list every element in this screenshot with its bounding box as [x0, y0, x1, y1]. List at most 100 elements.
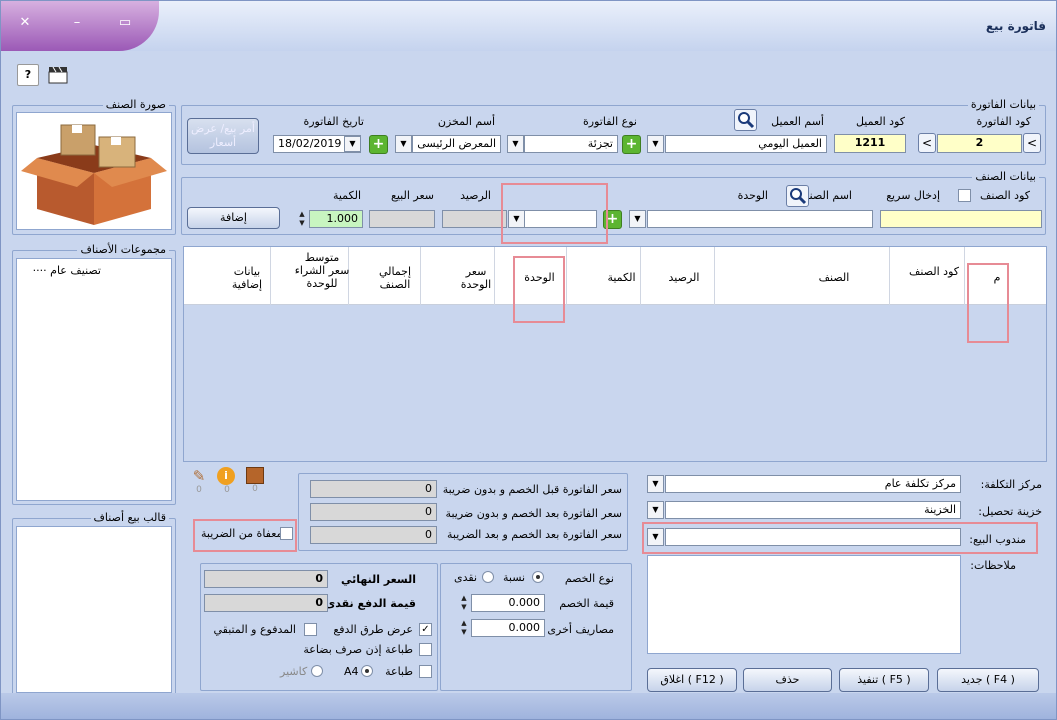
add-item-button[interactable]: إضافة [187, 207, 280, 229]
sales-order-quote-button[interactable]: أمر بيع/ عرض أسعار [187, 118, 259, 154]
col-unit[interactable]: الوحدة [512, 271, 567, 284]
minimize-icon[interactable]: – [67, 15, 87, 31]
category-item-label: تصنيف عام [50, 264, 101, 277]
delete-button[interactable]: حذف [743, 668, 832, 692]
discount-cash-label: نقدى [454, 571, 478, 584]
items-grid[interactable]: م كود الصنف الصنف الرصيد الكمية الوحدة س… [183, 246, 1047, 462]
print-checkbox[interactable] [419, 665, 432, 678]
item-code-field[interactable] [880, 210, 1042, 228]
customer-code-field[interactable]: 1211 [834, 134, 906, 153]
salesman-field[interactable] [665, 528, 961, 546]
col-quantity[interactable]: الكمية [594, 271, 649, 284]
help-icon[interactable]: ? [17, 64, 39, 86]
unit-field[interactable] [524, 210, 597, 228]
notes-field[interactable] [647, 555, 961, 654]
after-tax-field: 0 [310, 526, 437, 544]
close-icon[interactable]: ✕ [15, 15, 35, 31]
quantity-stepper[interactable]: ▲ ▼ [295, 210, 309, 228]
a4-radio[interactable] [361, 665, 373, 677]
salesman-dropdown[interactable]: ▼ [647, 528, 664, 546]
item-name-dropdown[interactable]: ▼ [629, 210, 646, 228]
invoice-code-label: كود الفاتورة [976, 115, 1031, 128]
cash-payment-field: 0 [204, 594, 328, 612]
discount-type-label: نوع الخصم [564, 572, 614, 585]
box-indicator[interactable]: 0 [245, 467, 265, 497]
new-button[interactable]: جديد ( F4 ) [937, 668, 1039, 692]
customer-name-label: أسم العميل [771, 115, 824, 128]
final-price-label: السعر النهائي [340, 573, 416, 586]
treasury-field[interactable]: الخزينة [665, 501, 961, 519]
add-unit-button[interactable]: + [603, 210, 622, 229]
execute-button[interactable]: تنفيذ ( F5 ) [839, 668, 929, 692]
print-permit-checkbox[interactable] [419, 643, 432, 656]
col-balance[interactable]: الرصيد [654, 271, 714, 284]
invoice-code-field[interactable]: 2 [937, 134, 1022, 153]
item-name-field[interactable] [647, 210, 873, 228]
next-invoice-button[interactable]: < [1023, 133, 1041, 153]
discount-cash-radio[interactable] [482, 571, 494, 583]
category-item[interactable]: تصنيف عام ···· [33, 264, 101, 277]
sale-price-label: سعر البيع [391, 189, 434, 202]
quantity-field[interactable]: 1.000 [309, 210, 363, 228]
tax-exempt-checkbox[interactable] [280, 527, 293, 540]
col-item-code[interactable]: كود الصنف [904, 265, 964, 278]
cost-center-dropdown[interactable]: ▼ [647, 475, 664, 493]
quantity-label: الكمية [332, 189, 361, 202]
maximize-icon[interactable]: ▭ [115, 15, 135, 31]
other-expenses-label: مصاريف أخرى [547, 623, 614, 636]
show-payment-checkbox[interactable]: ✓ [419, 623, 432, 636]
invoice-type-field[interactable]: تجزئة [524, 135, 618, 153]
other-expenses-stepper[interactable]: ▲ ▼ [457, 619, 471, 637]
other-expenses-field[interactable]: 0.000 [471, 619, 545, 637]
info-icon: i [217, 467, 235, 485]
customer-search-button[interactable] [734, 109, 757, 131]
clapper-icon[interactable] [47, 65, 69, 85]
discount-value-field[interactable]: 0.000 [471, 594, 545, 612]
prev-invoice-button[interactable]: < [918, 133, 936, 153]
item-search-button[interactable] [786, 185, 809, 207]
discount-value-stepper[interactable]: ▲ ▼ [457, 594, 471, 612]
cost-center-label: مركز التكلفة: [980, 478, 1042, 491]
cost-center-field[interactable]: مركز تكلفة عام [665, 475, 961, 493]
info-indicator[interactable]: i 0 [217, 467, 237, 497]
paperclip-icon: ✎ [192, 467, 206, 485]
treasury-dropdown[interactable]: ▼ [647, 501, 664, 519]
discount-percent-label: نسبة [503, 571, 526, 584]
discount-percent-radio[interactable] [532, 571, 544, 583]
after-discount-field: 0 [310, 503, 437, 521]
customer-name-dropdown[interactable]: ▼ [647, 135, 664, 153]
invoice-data-label: بيانات الفاتورة [967, 98, 1039, 111]
close-button[interactable]: اغلاق ( F12 ) [647, 668, 737, 692]
categories-tree[interactable]: تصنيف عام ···· [16, 258, 172, 501]
attachment-indicator[interactable]: ✎ 0 [191, 467, 207, 497]
col-serial[interactable]: م [982, 271, 1012, 284]
warehouse-field[interactable]: المعرض الرئيسى [412, 135, 501, 153]
quick-entry-checkbox[interactable] [958, 189, 971, 202]
col-unit-price[interactable]: سعر الوحدة [456, 265, 496, 291]
col-item-total[interactable]: إجمالي الصنف [370, 265, 420, 291]
before-discount-field: 0 [310, 480, 437, 498]
col-extra-data[interactable]: بيانات إضافية [222, 265, 272, 291]
cashier-radio[interactable] [311, 665, 323, 677]
col-avg-cost[interactable]: متوسط سعر الشراء للوحدة [294, 251, 350, 290]
add-invoice-type-button[interactable]: + [622, 135, 641, 154]
title-bar: ✕ – ▭ فاتورة بيع [1, 1, 1056, 51]
invoice-type-dropdown[interactable]: ▼ [507, 135, 524, 153]
sales-invoice-window: ✕ – ▭ فاتورة بيع ? صورة الصنف بيانات الف… [0, 0, 1057, 720]
customer-name-field[interactable]: العميل اليومي [665, 135, 827, 153]
col-item[interactable]: الصنف [784, 271, 884, 284]
paid-remaining-label: المدفوع و المتبقي [213, 623, 297, 636]
warehouse-dropdown[interactable]: ▼ [395, 135, 412, 153]
add-warehouse-button[interactable]: + [369, 135, 388, 154]
invoice-date-label: تاريخ الفاتورة [303, 115, 364, 128]
box-count: 0 [252, 484, 258, 494]
paid-remaining-checkbox[interactable] [304, 623, 317, 636]
unit-dropdown[interactable]: ▼ [508, 210, 525, 228]
date-picker-icon[interactable]: ▼ [344, 136, 361, 152]
cashier-label: كاشير [280, 665, 308, 678]
quick-entry-label: إدخال سريع [886, 189, 940, 202]
treasury-label: خزينة تحصيل: [978, 505, 1042, 518]
box-image [21, 124, 167, 225]
templates-list[interactable] [16, 526, 172, 693]
item-code-label: كود الصنف [980, 189, 1030, 202]
